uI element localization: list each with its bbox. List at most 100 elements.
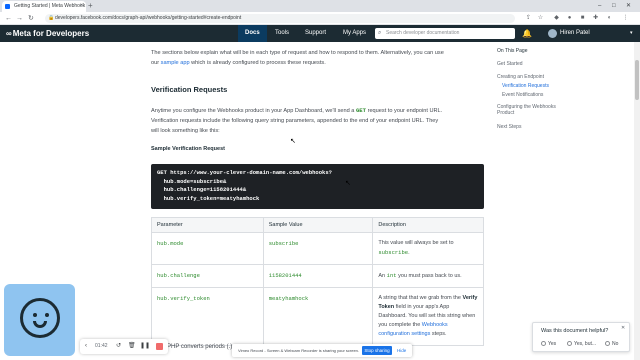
desc-text: . xyxy=(408,250,410,256)
column-header: Description xyxy=(372,217,484,233)
tab-title: Getting Started | Meta Webhook xyxy=(14,3,86,9)
pause-icon[interactable]: ❚❚ xyxy=(140,339,150,354)
inline-code-get: GET xyxy=(355,107,367,114)
address-bar[interactable]: 🔒 developers.facebook.com/docs/graph-api… xyxy=(45,14,515,23)
share-icon[interactable]: ⇪ xyxy=(525,14,532,22)
toc-item-event-notifications[interactable]: Event Notifications xyxy=(502,92,572,98)
option-label: Yes, but... xyxy=(574,341,597,347)
code-line: hub.mode=subscribe& xyxy=(157,177,227,185)
desc-text: steps. xyxy=(430,331,447,337)
param-name: hub.mode xyxy=(151,232,264,265)
param-value: 1158201444 xyxy=(262,264,374,288)
para-3: will look something like this: xyxy=(151,128,220,134)
search-input[interactable]: ⌕ Search developer documentation xyxy=(375,28,515,39)
toc-item-configuring[interactable]: Configuring the Webhooks Product xyxy=(497,104,561,116)
recording-time: 01:42 xyxy=(95,343,108,349)
puzzle-icon[interactable]: ✚ xyxy=(592,14,599,22)
smiley-face-icon xyxy=(20,298,60,338)
code-block: GET https://www.your-clever-domain-name.… xyxy=(151,164,484,209)
restart-icon[interactable]: ↺ xyxy=(116,339,121,354)
nav-support[interactable]: Support xyxy=(298,25,333,42)
param-value: subscribe xyxy=(262,232,374,265)
scrollbar-thumb[interactable] xyxy=(635,60,639,100)
param-value: meatyhamhock xyxy=(262,287,374,346)
url-text: developers.facebook.com/docs/graph-api/w… xyxy=(55,15,242,21)
reload-icon[interactable]: ↻ xyxy=(28,12,34,25)
feedback-option-yes[interactable]: Yes xyxy=(541,341,556,347)
intro-line-2-start: our xyxy=(151,60,161,66)
radio-icon xyxy=(567,341,572,347)
feedback-option-no[interactable]: No xyxy=(605,341,618,347)
intro-paragraph: The sections below explain what will be … xyxy=(151,48,487,68)
param-description: This value will always be set to subscri… xyxy=(372,232,484,265)
mouth-icon xyxy=(33,321,47,328)
desc-text: This value will always be set to xyxy=(378,240,454,246)
star-icon[interactable]: ☆ xyxy=(537,14,544,22)
webcam-overlay[interactable] xyxy=(4,284,75,356)
meta-favicon-icon xyxy=(5,4,10,9)
lock-icon: 🔒 xyxy=(48,15,55,21)
nav-docs[interactable]: Docs xyxy=(238,25,267,42)
desc-text: A string that that we grab from the xyxy=(378,295,463,301)
toc-heading: On This Page xyxy=(497,48,528,54)
close-tab-icon[interactable]: × xyxy=(79,1,83,12)
para-2: Verification requests include the follow… xyxy=(151,118,439,124)
column-header: Sample Value xyxy=(262,217,374,233)
menu-dots-icon[interactable]: ⋮ xyxy=(622,14,629,22)
stop-sharing-button[interactable]: Stop sharing xyxy=(362,346,392,355)
mouse-cursor-icon: ↖ xyxy=(290,138,296,145)
forward-icon[interactable]: → xyxy=(16,12,23,25)
back-icon[interactable]: ← xyxy=(5,12,12,25)
meta-infinity-icon: ∞ xyxy=(6,29,12,38)
extension-icon[interactable]: ◆ xyxy=(553,14,560,22)
feedback-widget: Was this document helpful? ✕ Yes Yes, bu… xyxy=(532,322,630,352)
code-line: hub.verify_token=meatyhamhock xyxy=(157,194,260,202)
section-heading: Verification Requests xyxy=(151,85,228,94)
extension-icon[interactable]: ■ xyxy=(579,14,586,22)
code-line: hub.challenge=1158201444& xyxy=(157,186,247,193)
param-description: A string that that we grab from the Veri… xyxy=(372,287,484,346)
notifications-bell-icon[interactable]: 🔔 xyxy=(522,25,532,42)
subheading: Sample Verification Request xyxy=(151,146,225,152)
meta-logo[interactable]: ∞Meta for Developers xyxy=(6,25,89,42)
chevron-left-icon[interactable]: ‹ xyxy=(85,339,87,354)
nav-tools[interactable]: Tools xyxy=(268,25,296,42)
toc-item-next-steps[interactable]: Next Steps xyxy=(497,124,567,130)
trash-icon[interactable]: 🗑 xyxy=(128,339,136,354)
sample-app-link[interactable]: sample app xyxy=(161,60,190,66)
feedback-option-yes-but[interactable]: Yes, but... xyxy=(567,341,596,347)
minimize-icon[interactable]: – xyxy=(598,0,601,12)
close-icon[interactable]: ✕ xyxy=(621,325,625,331)
text-cursor-icon: ↖ xyxy=(345,180,351,187)
extension-icon[interactable]: ● xyxy=(566,14,573,22)
param-description: An int you must pass back to us. xyxy=(372,264,484,288)
hide-button[interactable]: Hide xyxy=(397,344,406,357)
maximize-icon[interactable]: □ xyxy=(612,0,616,12)
parameters-table: Parameter Sample Value Description hub.m… xyxy=(151,217,484,346)
stop-recording-button[interactable] xyxy=(156,343,163,350)
desc-code: subscribe xyxy=(378,249,409,256)
toc-item-get-started[interactable]: Get Started xyxy=(497,61,567,67)
radio-icon xyxy=(541,341,546,347)
browser-tab[interactable]: Getting Started | Meta Webhook × xyxy=(2,1,86,12)
nav-my-apps[interactable]: My Apps xyxy=(336,25,373,42)
avatar[interactable] xyxy=(548,29,557,38)
toc-item-verification-requests[interactable]: Verification Requests xyxy=(502,83,572,89)
column-header: Parameter xyxy=(151,217,264,233)
browser-toolbar: ← → ↻ 🔒 developers.facebook.com/docs/gra… xyxy=(0,12,640,25)
close-window-icon[interactable]: ✕ xyxy=(626,0,631,12)
profile-icon[interactable]: ◐ xyxy=(606,14,613,22)
para-1-end: request to your endpoint URL. xyxy=(366,108,443,114)
user-name[interactable]: Hiren Patel xyxy=(560,25,590,42)
screen-sharing-bar: Vimeo Record - Screen & Webcam Recorder … xyxy=(232,344,412,357)
chevron-down-icon[interactable]: ▾ xyxy=(630,25,633,42)
table-header-row: Parameter Sample Value Description xyxy=(151,217,484,233)
browser-tab-bar: Getting Started | Meta Webhook × + – □ ✕ xyxy=(0,0,640,12)
desc-code: int xyxy=(386,272,397,279)
toc-item-creating-endpoint[interactable]: Creating an Endpoint xyxy=(497,74,567,80)
option-label: No xyxy=(612,341,619,347)
new-tab-button[interactable]: + xyxy=(88,0,93,12)
desc-text: you must pass back to us. xyxy=(396,273,462,279)
feedback-question: Was this document helpful? xyxy=(541,328,609,334)
param-name: hub.verify_token xyxy=(151,287,264,346)
